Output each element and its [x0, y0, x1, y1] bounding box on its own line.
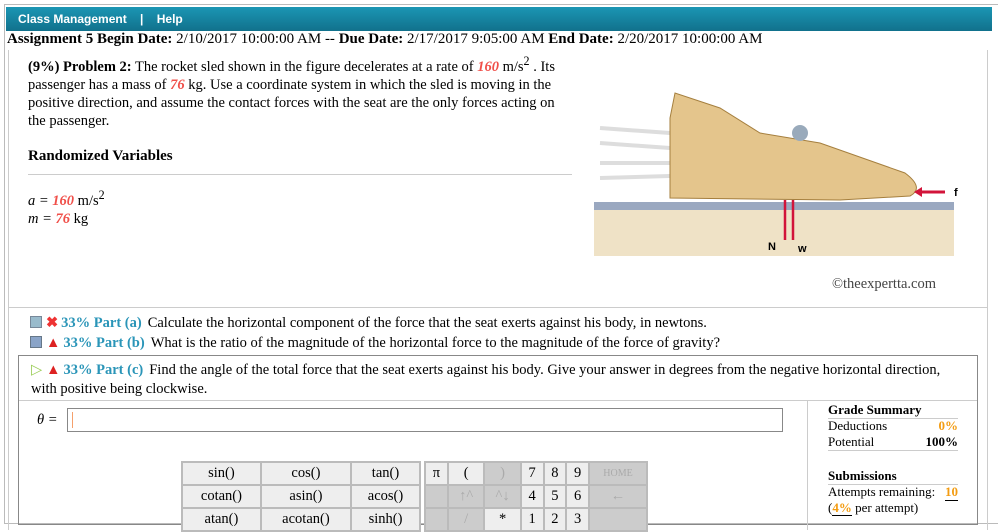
attempts-value: 10 — [945, 484, 958, 501]
key-acos[interactable]: acos() — [349, 484, 422, 509]
sup: 2 — [523, 54, 530, 68]
nav-class-management[interactable]: Class Management — [18, 12, 127, 26]
label-w: w — [797, 243, 807, 255]
key-superscript-up[interactable]: ↑^ — [446, 484, 486, 509]
key-pi[interactable]: π — [424, 461, 449, 486]
key-asin[interactable]: asin() — [259, 484, 352, 509]
variables: a = 160 m/s2 m = 76 kg — [28, 186, 105, 228]
end-label: End Date: — [548, 31, 614, 47]
assignment-header: Assignment 5 Begin Date: 2/10/2017 10:00… — [7, 31, 762, 48]
var-a-value: 160 — [52, 192, 75, 209]
per-attempt-value: 4% — [832, 500, 852, 516]
copyright: ©theexpertta.com — [832, 276, 937, 292]
sled-body — [669, 92, 917, 201]
key-cos[interactable]: cos() — [259, 461, 352, 486]
key-close-paren[interactable]: ) — [483, 461, 522, 486]
grade-summary-title: Grade Summary — [828, 402, 958, 419]
key-4[interactable]: 4 — [519, 484, 545, 509]
key-5[interactable]: 5 — [542, 484, 568, 509]
part-a[interactable]: ✖ 33% Part (a) Calculate the horizontal co… — [30, 315, 707, 332]
warning-icon: ▲ — [46, 362, 61, 378]
var-m-unit: kg — [73, 210, 89, 227]
grade-sidebar: Grade Summary Deductions 0% Potential 100%… — [807, 400, 977, 530]
key-open-paren[interactable]: ( — [446, 461, 486, 486]
part-c-box: ▷ ▲ 33% Part (c) Find the angle of the tota… — [18, 355, 978, 532]
end-date: 2/20/2017 10:00:00 AM — [617, 31, 763, 47]
attempts-row: Attempts remaining: 10 — [828, 484, 958, 501]
text: m/s — [502, 58, 524, 75]
label-n: N — [768, 241, 776, 253]
divider — [8, 307, 988, 308]
key-superscript-down[interactable]: ^↓ — [483, 484, 522, 509]
divider — [28, 174, 572, 175]
x-mark-icon: ✖ — [46, 315, 59, 331]
top-nav: Class Management | Help — [6, 7, 992, 31]
randomized-title: Randomized Variables — [28, 148, 173, 164]
sup: 2 — [98, 188, 105, 202]
due-label: Due Date: — [338, 31, 404, 47]
deductions-label: Deductions — [828, 418, 888, 433]
part-label: 33% Part (c) — [63, 362, 144, 378]
rocket-sled-figure: f N w — [594, 92, 958, 256]
var-m-value: 76 — [55, 210, 71, 227]
label-f: f — [954, 187, 958, 199]
due-date: 2/17/2017 9:05:00 AM — [407, 31, 545, 47]
assignment-name: Assignment 5 — [7, 31, 94, 47]
warning-icon: ▲ — [46, 335, 61, 351]
exhaust — [599, 126, 671, 180]
attempts-label: Attempts remaining: — [828, 484, 936, 499]
var-m-label: m = — [28, 210, 52, 227]
per-attempt: (4% per attempt) — [828, 500, 958, 516]
submissions-title: Submissions — [828, 468, 958, 485]
nav-separator: | — [140, 12, 144, 26]
deductions-row: Deductions 0% — [828, 418, 958, 434]
begin-label: Begin Date: — [97, 31, 173, 47]
key-backspace[interactable]: ← — [588, 484, 648, 509]
var-a-label: a = — [28, 192, 49, 209]
nav-help[interactable]: Help — [157, 12, 183, 26]
collapse-icon[interactable] — [30, 336, 42, 348]
function-keypad: sin() cos() tan() cotan() asin() acos() atan… — [181, 461, 422, 532]
key-blank — [424, 484, 449, 509]
potential-row: Potential 100% — [828, 434, 958, 451]
part-label: 33% Part (a) — [61, 315, 142, 331]
var-a-unit: m/s — [77, 192, 99, 209]
key-tan[interactable]: tan() — [349, 461, 422, 486]
expand-icon[interactable] — [30, 316, 42, 328]
number-keypad: π() 7 8 9 HOME ↑^ ^↓ 4 5 6 ← / * 1 2 3 — [424, 461, 648, 532]
key-home[interactable]: HOME — [588, 461, 648, 486]
text: The rocket sled shown in the figure dece… — [135, 58, 474, 75]
problem-statement: (9%) Problem 2: The rocket sled shown in… — [28, 52, 568, 130]
key-7[interactable]: 7 — [519, 461, 545, 486]
part-text: What is the ratio of the magnitude of th… — [150, 335, 721, 351]
part-b[interactable]: ▲ 33% Part (b) What is the ratio of the ma… — [30, 335, 720, 352]
problem-heading: (9%) Problem 2: — [28, 58, 132, 75]
part-text: Calculate the horizontal component of th… — [147, 315, 707, 331]
key-9[interactable]: 9 — [565, 461, 590, 486]
part-text: Find the angle of the total force that t… — [31, 362, 941, 397]
passenger-helmet — [792, 125, 808, 141]
value-a: 160 — [477, 58, 499, 75]
potential-value: 100% — [925, 434, 959, 449]
key-cotan[interactable]: cotan() — [181, 484, 262, 509]
value-m: 76 — [170, 76, 185, 93]
key-sin[interactable]: sin() — [181, 461, 262, 486]
rail — [594, 202, 954, 210]
potential-label: Potential — [828, 434, 875, 449]
answer-input[interactable] — [67, 408, 783, 432]
key-6[interactable]: 6 — [565, 484, 590, 509]
key-8[interactable]: 8 — [542, 461, 568, 486]
dash: -- — [324, 31, 335, 47]
play-icon[interactable]: ▷ — [31, 362, 42, 378]
part-c: ▷ ▲ 33% Part (c) Find the angle of the tota… — [31, 361, 951, 399]
deductions-value: 0% — [938, 418, 959, 433]
part-label: 33% Part (b) — [63, 335, 145, 351]
begin-date: 2/10/2017 10:00:00 AM — [176, 31, 322, 47]
per-attempt-text: per attempt) — [855, 500, 919, 515]
theta-label: θ = — [37, 412, 58, 428]
